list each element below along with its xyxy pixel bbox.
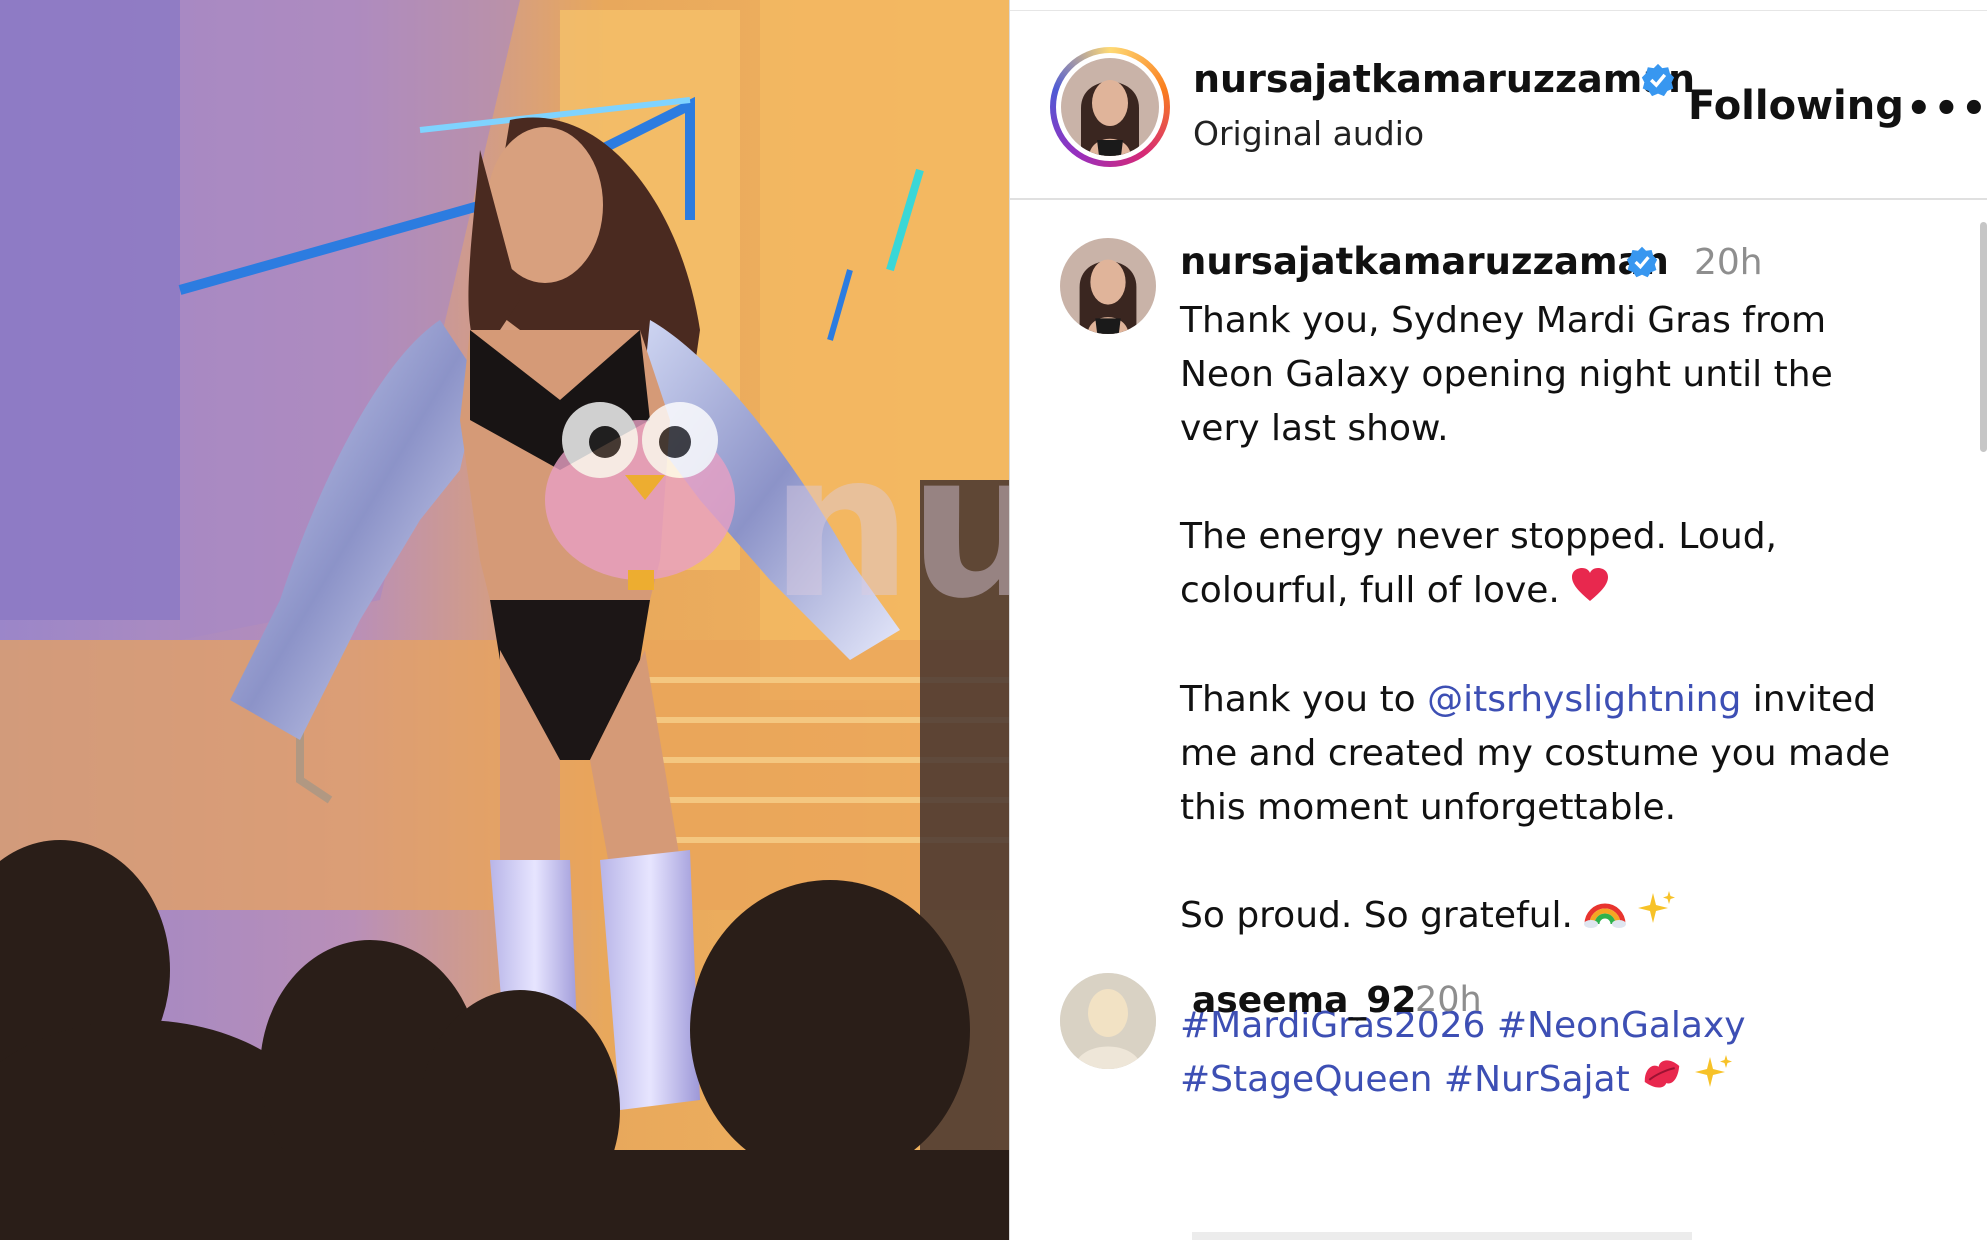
comment-text-peek: [1192, 1232, 1692, 1240]
caption-line: me and created my costume you made: [1180, 733, 1891, 774]
comment-timestamp[interactable]: 20h: [1415, 980, 1482, 1020]
following-button[interactable]: Following: [1688, 83, 1904, 129]
post-timestamp[interactable]: 20h: [1694, 242, 1763, 283]
sparkles-emoji-icon: [1694, 1053, 1734, 1109]
caption-line: very last show.: [1180, 408, 1449, 449]
post-details-panel: nursajatkamaruzzaman Original audio Foll…: [1010, 0, 1987, 1240]
caption-line: colourful, full of love.: [1180, 570, 1560, 611]
verified-badge-icon: [1626, 246, 1658, 282]
hashtag-links[interactable]: #StageQueen #NurSajat: [1180, 1059, 1630, 1100]
post-caption-block: nursajatkamaruzzaman 20h Thank you, Sydn…: [1010, 200, 1987, 1240]
caption-text-segment: invited: [1741, 679, 1877, 720]
caption-line: The energy never stopped. Loud,: [1180, 516, 1777, 557]
caption-line: So proud. So grateful.: [1180, 895, 1573, 936]
header-username[interactable]: nursajatkamaruzzaman: [1193, 57, 1695, 101]
verified-badge-icon: [1641, 63, 1675, 101]
caption-line: Thank you, Sydney Mardi Gras from: [1180, 300, 1827, 341]
more-options-icon[interactable]: •••: [1906, 86, 1987, 132]
caption-line: Neon Galaxy opening night until the: [1180, 354, 1833, 395]
audio-link[interactable]: Original audio: [1193, 114, 1424, 153]
comment-avatar[interactable]: [1060, 973, 1156, 1069]
avatar: [1061, 58, 1159, 156]
comment-username[interactable]: aseema_92: [1192, 980, 1416, 1021]
kiss-mark-emoji-icon: [1640, 1054, 1684, 1108]
post-media[interactable]: nurai: [0, 0, 1009, 1240]
scrollbar[interactable]: [1980, 222, 1987, 452]
red-heart-emoji-icon: [1570, 565, 1610, 619]
post-header: nursajatkamaruzzaman Original audio Foll…: [1010, 11, 1987, 200]
caption-text-segment: Thank you to: [1180, 679, 1428, 720]
caption-avatar[interactable]: [1060, 238, 1156, 334]
sparkles-emoji-icon: [1637, 889, 1677, 945]
mention-link[interactable]: @itsrhyslightning: [1427, 679, 1741, 720]
watermark: nurai: [770, 410, 1009, 643]
caption-line: this moment unforgettable.: [1180, 787, 1677, 828]
rainbow-emoji-icon: [1583, 890, 1627, 944]
caption-username[interactable]: nursajatkamaruzzaman: [1180, 240, 1669, 283]
story-ring-avatar[interactable]: [1050, 47, 1170, 167]
